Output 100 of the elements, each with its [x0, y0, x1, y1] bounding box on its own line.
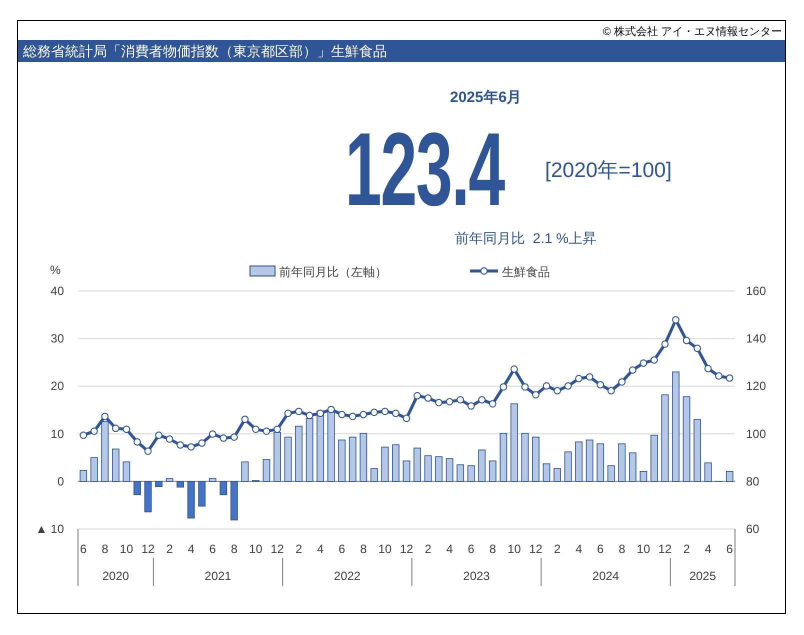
axis-label: 6: [597, 542, 604, 556]
axis-label: 80: [746, 474, 760, 488]
year-label: 2025: [689, 569, 716, 583]
bar: [478, 450, 486, 482]
bar: [381, 446, 389, 482]
period-label: 2025年6月: [450, 88, 523, 108]
axis-label: 12: [400, 542, 414, 556]
bar: [284, 436, 292, 482]
copyright-text: © 株式会社 アイ・エヌ情報センター: [602, 25, 783, 40]
axis-label: 2: [424, 542, 432, 556]
year-label: 2024: [592, 569, 620, 583]
bar: [424, 455, 432, 482]
bar: [618, 443, 626, 482]
bar: [532, 436, 540, 482]
bar: [488, 460, 496, 482]
bar: [628, 452, 636, 482]
year-label: 2020: [102, 569, 130, 583]
year-label: 2022: [334, 569, 361, 583]
axis-label: 60: [746, 522, 760, 536]
axis-label: 10: [120, 542, 134, 556]
unit-label: %: [50, 263, 61, 277]
axis-label: 30: [50, 332, 64, 346]
axis-label: 160: [746, 284, 766, 298]
axis-label: 4: [188, 542, 194, 556]
legend-swatch: [250, 266, 276, 276]
bar: [208, 478, 216, 482]
bar: [295, 426, 302, 482]
bar: [575, 442, 583, 482]
axis-label: 10: [50, 426, 64, 441]
change-label: 前年同月比 2.1 %上昇: [455, 230, 598, 248]
bar: [80, 470, 88, 482]
axis-label: 2: [683, 542, 690, 556]
bar: [155, 481, 162, 488]
legend-label: 前年同月比（左軸）: [279, 265, 387, 279]
bar: [122, 461, 130, 482]
bar: [112, 448, 120, 482]
axis-label: 10: [249, 542, 262, 556]
bar: [187, 481, 195, 518]
bar: [392, 444, 400, 482]
bar: [306, 418, 314, 482]
bar: [230, 481, 238, 520]
axis-label: 120: [746, 379, 766, 394]
axis-label: 10: [378, 542, 392, 556]
axis-label: 40: [50, 284, 64, 298]
bar: [176, 481, 184, 488]
bar: [166, 478, 174, 482]
axis-label: 12: [270, 542, 284, 556]
bar: [726, 471, 734, 482]
bar: [241, 461, 249, 482]
legend-label: 生鮮食品: [502, 265, 550, 279]
axis-label: 4: [446, 542, 453, 556]
bar: [694, 419, 701, 482]
bar: [542, 463, 550, 482]
axis-label: 12: [658, 542, 672, 556]
bar: [262, 459, 270, 482]
bar: [456, 464, 464, 482]
bar: [274, 432, 281, 482]
axis-label: 8: [489, 542, 496, 556]
bar: [564, 452, 572, 482]
report-title: 総務省統計局「消費者物価指数（東京都区部）」生鮮食品: [23, 43, 387, 59]
axis-label: 2: [295, 542, 302, 556]
bar: [198, 481, 206, 507]
axis-label: 140: [746, 332, 766, 346]
axis-label: 4: [704, 542, 712, 556]
bar: [348, 436, 356, 482]
axis-label: 6: [338, 542, 346, 556]
bar: [554, 468, 561, 482]
axis-label: 12: [141, 542, 155, 556]
base-label: [2020年=100]: [545, 158, 672, 184]
axis-label: 2: [554, 542, 561, 556]
axis-label: 6: [468, 542, 474, 556]
axis-label: 10: [636, 542, 650, 556]
bar: [607, 465, 615, 482]
axis-label: 8: [360, 542, 367, 556]
bar: [640, 471, 648, 482]
bar: [435, 456, 442, 482]
axis-label: 8: [102, 542, 108, 556]
year-label: 2023: [463, 569, 490, 583]
axis-label: 8: [230, 542, 238, 556]
axis-label: 0: [57, 474, 64, 488]
bar: [704, 462, 712, 482]
index-value: 123.4: [345, 120, 504, 220]
bar: [586, 440, 594, 482]
axis-label: 4: [317, 542, 324, 556]
axis-label: 100: [746, 426, 766, 441]
bar: [370, 468, 378, 482]
axis-label: 6: [209, 542, 216, 556]
bar: [500, 432, 508, 482]
axis-label: ▲ 10: [35, 522, 64, 536]
bar: [446, 458, 454, 482]
axis-label: 10: [508, 542, 521, 556]
axis-label: 6: [80, 542, 87, 556]
axis-label: 6: [726, 542, 733, 556]
bar: [134, 481, 141, 496]
bar: [90, 457, 98, 482]
axis-label: 12: [529, 542, 542, 556]
year-label: 2021: [204, 569, 232, 583]
bar: [327, 410, 335, 482]
bar: [467, 465, 475, 482]
axis-label: 8: [618, 542, 626, 556]
